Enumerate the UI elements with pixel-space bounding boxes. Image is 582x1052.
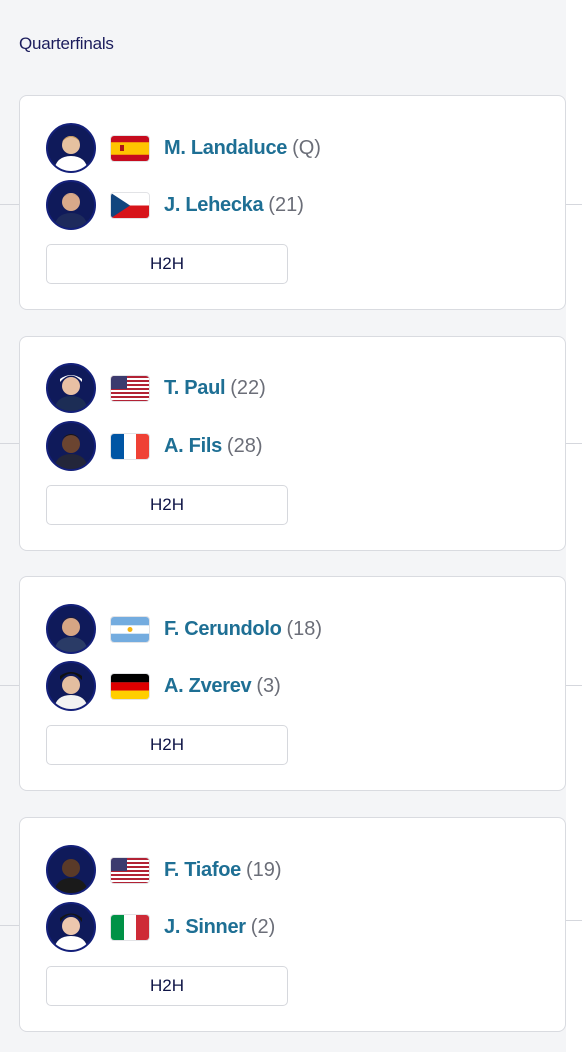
player-name-link[interactable]: A. Zverev (164, 675, 252, 698)
round-title: Quarterfinals (19, 34, 114, 53)
player-name-link[interactable]: F. Cerundolo (164, 618, 282, 641)
player-name-link[interactable]: J. Sinner (164, 916, 246, 939)
player-avatar[interactable] (46, 363, 96, 413)
player-name-link[interactable]: F. Tiafoe (164, 859, 241, 882)
usa-flag-icon (110, 856, 150, 884)
player-avatar[interactable] (46, 661, 96, 711)
bracket-connector (566, 685, 582, 686)
player-row[interactable]: F. Tiafoe (19) (46, 845, 282, 895)
player-avatar[interactable] (46, 123, 96, 173)
player-seed: (2) (250, 915, 276, 938)
player-avatar[interactable] (46, 421, 96, 471)
player-row[interactable]: A. Fils (28) (46, 421, 263, 471)
match-card: F. Cerundolo (18) A. Zverev (3) H2H (19, 576, 566, 791)
draw-page: Quarterfinals M. Landaluce (Q) J. Leheck (0, 0, 582, 1052)
player-row[interactable]: M. Landaluce (Q) (46, 123, 321, 173)
player-seed: (19) (245, 858, 282, 881)
player-avatar[interactable] (46, 902, 96, 952)
germany-flag-icon (110, 672, 150, 700)
player-avatar[interactable] (46, 180, 96, 230)
bracket-connector (0, 925, 19, 926)
h2h-button[interactable]: H2H (46, 966, 288, 1006)
player-row[interactable]: J. Sinner (2) (46, 902, 275, 952)
czech-flag-icon (110, 191, 150, 219)
player-row[interactable]: F. Cerundolo (18) (46, 604, 322, 654)
player-name-link[interactable]: T. Paul (164, 377, 226, 400)
bracket-connector (0, 443, 19, 444)
italy-flag-icon (110, 913, 150, 941)
bracket-connector (566, 920, 582, 921)
player-seed: (Q) (292, 136, 321, 159)
player-seed: (21) (268, 193, 304, 216)
player-row[interactable]: T. Paul (22) (46, 363, 266, 413)
bracket-connector (0, 685, 19, 686)
bracket-connector (566, 204, 582, 205)
spain-flag-icon (110, 134, 150, 162)
player-row[interactable]: A. Zverev (3) (46, 661, 281, 711)
player-seed: (3) (256, 674, 281, 697)
h2h-button[interactable]: H2H (46, 485, 288, 525)
player-name-link[interactable]: J. Lehecka (164, 194, 264, 217)
player-name-link[interactable]: M. Landaluce (164, 137, 287, 160)
player-name-link[interactable]: A. Fils (164, 435, 222, 458)
next-round-column (566, 0, 582, 1052)
bracket-connector (566, 443, 582, 444)
player-seed: (28) (226, 434, 263, 457)
usa-flag-icon (110, 374, 150, 402)
match-card: F. Tiafoe (19) J. Sinner (2) H2H (19, 817, 566, 1032)
player-seed: (18) (286, 617, 323, 640)
h2h-button[interactable]: H2H (46, 725, 288, 765)
bracket-connector (0, 204, 19, 205)
h2h-button[interactable]: H2H (46, 244, 288, 284)
match-card: M. Landaluce (Q) J. Lehecka (21) H2H (19, 95, 566, 310)
france-flag-icon (110, 432, 150, 460)
player-avatar[interactable] (46, 604, 96, 654)
argentina-flag-icon (110, 615, 150, 643)
player-row[interactable]: J. Lehecka (21) (46, 180, 304, 230)
player-avatar[interactable] (46, 845, 96, 895)
player-seed: (22) (230, 376, 266, 399)
match-card: T. Paul (22) A. Fils (28) H2H (19, 336, 566, 551)
